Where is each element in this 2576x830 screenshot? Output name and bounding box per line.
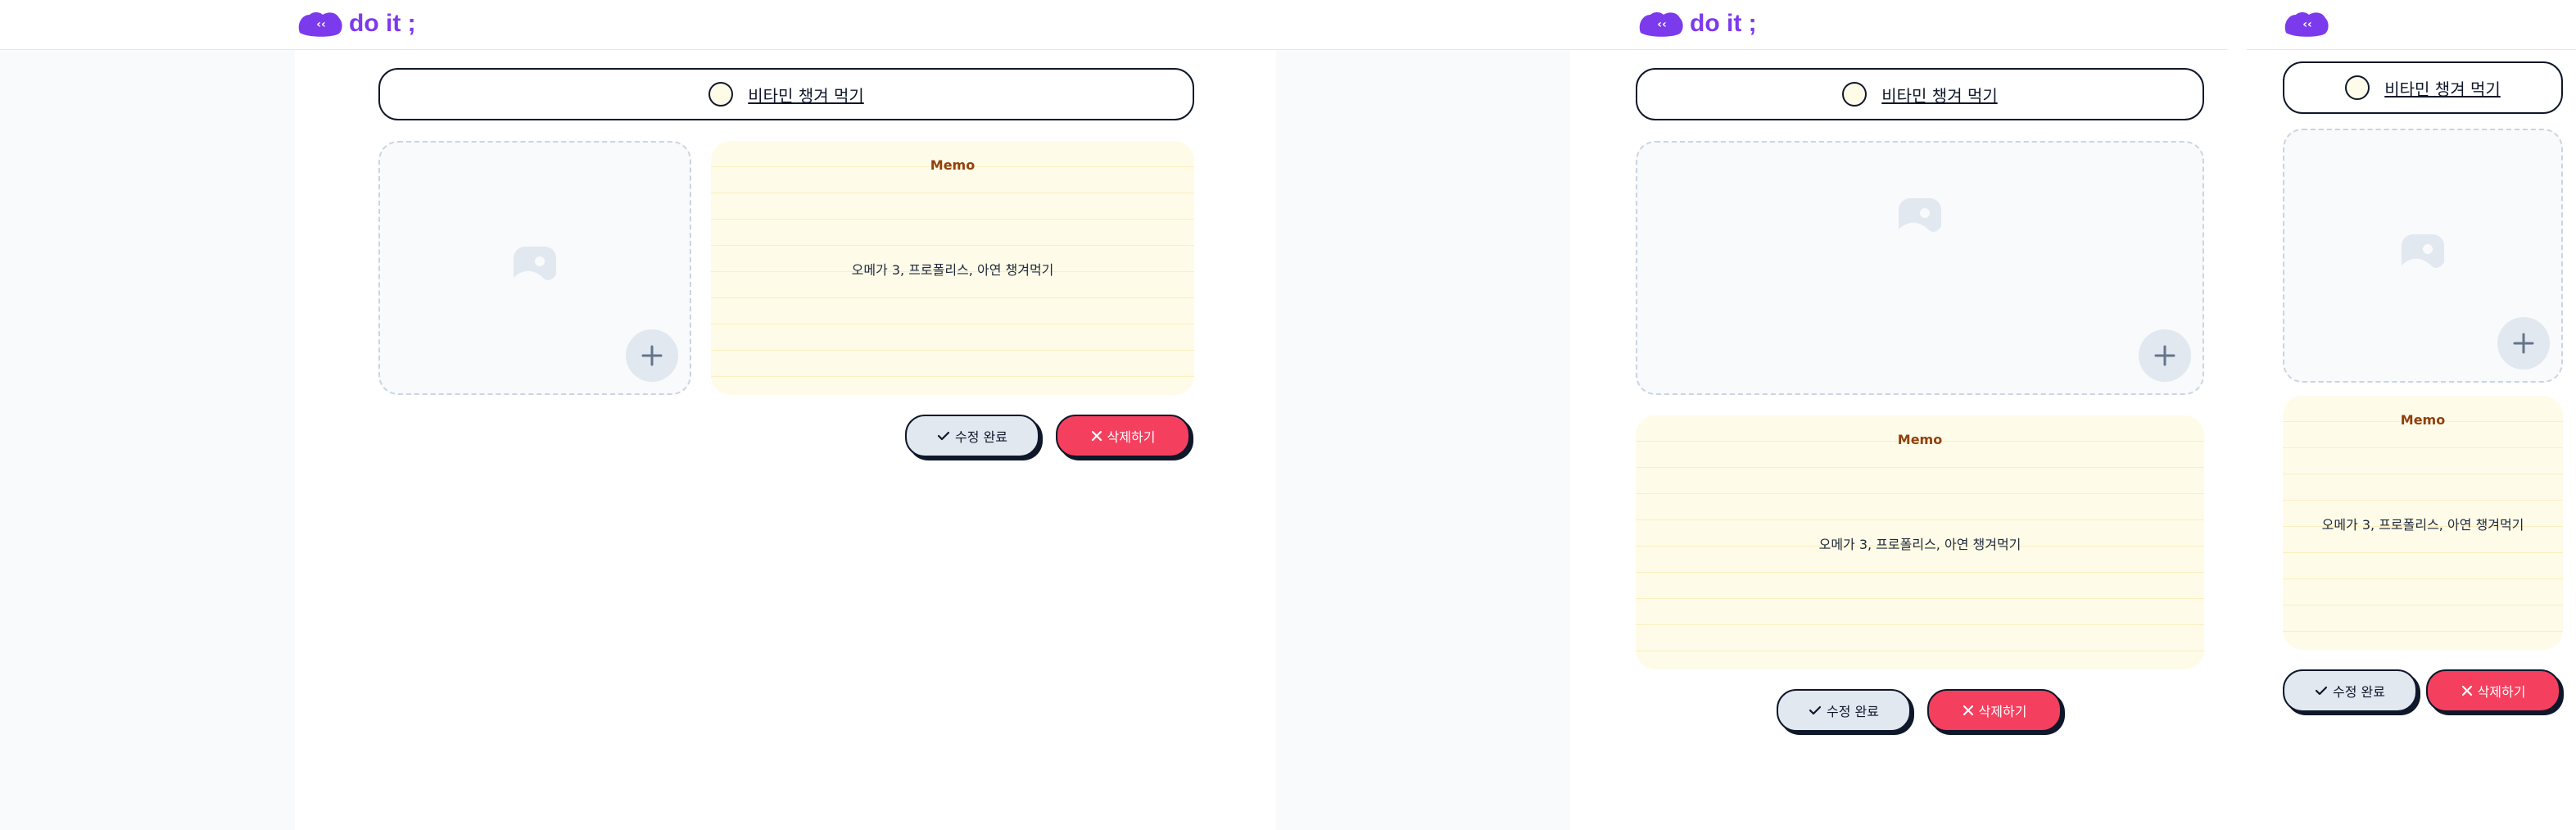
- edit-complete-button[interactable]: 수정 완료: [905, 415, 1039, 457]
- plus-icon: [2154, 345, 2175, 366]
- check-icon: [2315, 686, 2328, 696]
- image-upload-box[interactable]: [1636, 141, 2204, 395]
- logo-text: do it ;: [349, 10, 416, 37]
- logo[interactable]: ‹‹ do it ;: [297, 10, 416, 38]
- todo-title-bar[interactable]: 비타민 챙겨 먹기: [1636, 68, 2204, 120]
- delete-button[interactable]: 삭제하기: [1056, 415, 1190, 457]
- plus-icon: [2513, 333, 2534, 354]
- add-image-button[interactable]: [2497, 317, 2550, 370]
- add-image-button[interactable]: [2139, 329, 2191, 382]
- add-image-button[interactable]: [626, 329, 678, 382]
- memo-title: Memo: [2400, 412, 2446, 428]
- check-icon: [1809, 705, 1822, 715]
- logo[interactable]: ‹‹ do it ;: [1637, 10, 1757, 38]
- todo-title[interactable]: 비타민 챙겨 먹기: [2384, 76, 2501, 100]
- memo-title: Memo: [1897, 432, 1943, 447]
- tablet-viewport: ‹‹ do it ; 비타민 챙겨 먹기 Memo 오메가 3, 프로폴리스, …: [1570, 0, 2247, 830]
- memo-box[interactable]: Memo 오메가 3, 프로폴리스, 아연 챙겨먹기: [2283, 396, 2563, 650]
- edit-complete-label: 수정 완료: [2333, 684, 2385, 700]
- check-icon: [937, 431, 950, 441]
- delete-button[interactable]: 삭제하기: [1927, 689, 2062, 732]
- todo-checkbox[interactable]: [2345, 75, 2370, 100]
- todo-title[interactable]: 비타민 챙겨 먹기: [748, 83, 864, 107]
- todo-title-bar[interactable]: 비타민 챙겨 먹기: [378, 68, 1194, 120]
- svg-text:‹‹: ‹‹: [1657, 18, 1667, 31]
- memo-box[interactable]: Memo 오메가 3, 프로폴리스, 아연 챙겨먹기: [711, 141, 1194, 395]
- logo-mark-icon: ‹‹: [1639, 12, 1683, 37]
- delete-label: 삭제하기: [2477, 684, 2526, 700]
- header: ‹‹: [2247, 0, 2576, 50]
- logo[interactable]: ‹‹: [2283, 10, 2330, 38]
- delete-label: 삭제하기: [1978, 704, 2027, 719]
- memo-content[interactable]: 오메가 3, 프로폴리스, 아연 챙겨먹기: [1636, 533, 2204, 553]
- memo-content[interactable]: 오메가 3, 프로폴리스, 아연 챙겨먹기: [711, 259, 1194, 279]
- logo-text: do it ;: [1690, 10, 1757, 37]
- image-upload-box[interactable]: [2283, 129, 2563, 383]
- logo-mark-icon: ‹‹: [2284, 12, 2329, 37]
- memo-content[interactable]: 오메가 3, 프로폴리스, 아연 챙겨먹기: [2283, 514, 2563, 533]
- edit-complete-button[interactable]: 수정 완료: [2283, 669, 2417, 712]
- todo-title-bar[interactable]: 비타민 챙겨 먹기: [2283, 61, 2563, 114]
- logo-mark-icon: ‹‹: [298, 12, 342, 37]
- image-upload-box[interactable]: [378, 141, 691, 395]
- todo-checkbox[interactable]: [1842, 82, 1867, 107]
- todo-title[interactable]: 비타민 챙겨 먹기: [1881, 83, 1998, 107]
- close-icon: [1091, 430, 1102, 442]
- edit-complete-label: 수정 완료: [955, 429, 1007, 445]
- svg-text:‹‹: ‹‹: [2302, 18, 2312, 31]
- plus-icon: [641, 345, 663, 366]
- image-placeholder-icon: [514, 247, 556, 289]
- header: ‹‹ do it ;: [1570, 0, 2227, 50]
- delete-label: 삭제하기: [1107, 429, 1156, 445]
- todo-checkbox[interactable]: [709, 82, 734, 107]
- header: ‹‹ do it ;: [0, 0, 1570, 50]
- memo-box[interactable]: Memo 오메가 3, 프로폴리스, 아연 챙겨먹기: [1636, 415, 2204, 669]
- mobile-viewport: ‹‹ 비타민 챙겨 먹기 Memo 오메가 3, 프로폴리스, 아연 챙겨먹기 …: [2247, 0, 2576, 830]
- memo-title: Memo: [930, 157, 976, 173]
- edit-complete-label: 수정 완료: [1827, 704, 1879, 719]
- delete-button[interactable]: 삭제하기: [2426, 669, 2560, 712]
- image-placeholder-icon: [2402, 234, 2444, 277]
- close-icon: [1963, 705, 1973, 716]
- image-placeholder-icon: [1899, 198, 1941, 241]
- desktop-viewport: ‹‹ do it ; 비타민 챙겨 먹기 Memo 오메가 3, 프로폴리스, …: [0, 0, 1570, 830]
- close-icon: [2461, 685, 2472, 696]
- svg-text:‹‹: ‹‹: [316, 18, 326, 31]
- edit-complete-button[interactable]: 수정 완료: [1777, 689, 1911, 732]
